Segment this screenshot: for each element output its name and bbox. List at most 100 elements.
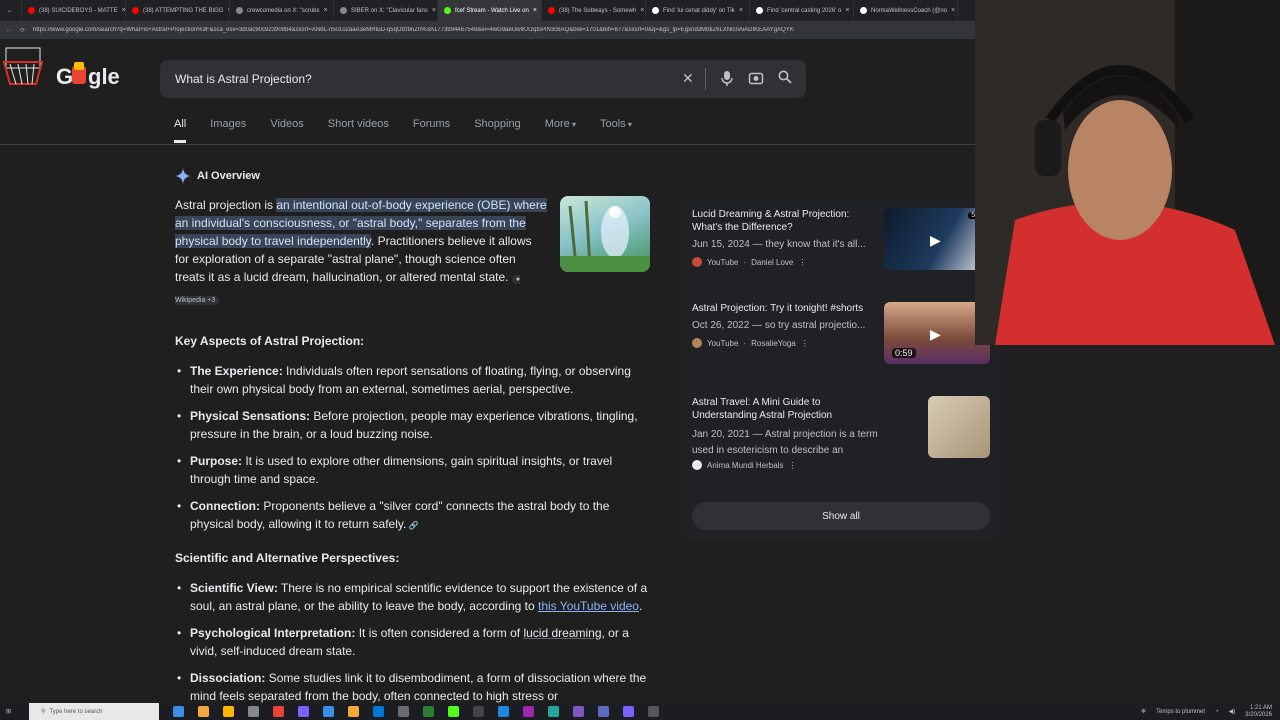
channel-avatar [692,257,702,267]
ai-overview-content: Astral projection is an intentional out-… [175,196,655,714]
tab-label: Find 'lui cenat diddy' on Tik [663,7,735,14]
more-options-icon[interactable]: ⋮ [788,461,796,470]
app-icon[interactable] [523,706,535,717]
tab-all[interactable]: All [174,118,187,143]
app-icon[interactable] [398,706,410,717]
tab-short-videos[interactable]: Short videos [328,118,389,143]
result-thumbnail[interactable] [928,396,990,458]
list-text: It is often considered a form of [355,626,524,640]
show-all-button[interactable]: Show all [692,502,990,530]
search-box[interactable]: What is Astral Projection? ✕ [160,60,806,98]
tab-images[interactable]: Images [210,118,246,143]
browser-tab[interactable]: Find 'lui cenat diddy' on Tik × [646,0,750,21]
more-options-icon[interactable]: ⋮ [801,339,809,348]
file-explorer-icon[interactable] [198,706,210,717]
discord-icon[interactable] [298,706,310,717]
weather-text[interactable]: Temps to plummet [1156,709,1205,715]
tab-forums[interactable]: Forums [413,118,450,143]
search-icon: ⚲ [41,709,46,715]
link-icon[interactable]: 🔗 [406,521,419,530]
video-title[interactable]: Lucid Dreaming & Astral Projection: What… [692,208,878,234]
list-text: It is used to explore other dimensions, … [190,454,613,486]
taskbar-search-box[interactable]: ⚲ Type here to search [29,703,160,720]
svg-text:G: G [56,64,73,89]
chrome-icon[interactable] [273,706,285,717]
app-icon[interactable] [548,706,560,717]
tab-shopping[interactable]: Shopping [474,118,521,143]
list-item: Connection: Proponents believe a "silver… [177,497,655,535]
clear-icon[interactable]: ✕ [682,70,694,87]
close-icon[interactable]: × [640,7,644,14]
tab-label: (38) SUICIDEBOYS - MATTE [39,7,118,14]
video-meta: Oct 26, 2022 — so try astral projectio..… [692,320,866,331]
browser-tab[interactable]: NormaWellnessCoach (@no × [854,0,958,21]
streamer-webcam-image [975,0,1280,345]
video-card[interactable]: Astral Projection: Try it tonight! #shor… [692,302,992,364]
play-icon: ▶ [930,326,941,342]
obs-icon[interactable] [473,706,485,717]
video-card[interactable]: Lucid Dreaming & Astral Projection: What… [692,208,992,270]
steam-icon[interactable] [648,706,660,717]
url-field[interactable]: https://www.google.com/search?q=What+is+… [33,27,794,33]
close-icon[interactable]: × [533,7,537,14]
app-icon[interactable] [248,706,260,717]
app-icon[interactable] [373,706,385,717]
header-divider [0,144,980,145]
browser-tab-bar: ⌄ (38) SUICIDEBOYS - MATTE × (38) ATTEMPTI… [0,0,980,21]
result-title[interactable]: Astral Travel: A Mini Guide to Understan… [692,396,878,422]
tab-label: (38) ATTEMPTING THE BIGG [143,7,224,14]
app-icon[interactable] [498,706,510,717]
more-options-icon[interactable]: ⋮ [798,258,806,267]
tab-label: SIBER on X: "Clavicular fans [351,7,428,14]
source-name: Anima Mundi Herbals [707,460,784,470]
tab-list-menu[interactable]: ⌄ [0,0,22,21]
google-doodle-logo[interactable]: G gle [2,44,130,92]
lens-camera-icon[interactable] [748,70,764,89]
browser-tab[interactable]: (38) SUICIDEBOYS - MATTE × [22,0,126,21]
browser-tab[interactable]: crewcomedia on X: "scrubs × [230,0,334,21]
windows-taskbar: ⊞ ⚲ Type here to search ❄ Temps to plumme… [0,703,1280,720]
app-icon[interactable] [448,706,460,717]
windows-start-icon[interactable]: ⊞ [6,708,11,715]
list-term: The Experience: [190,364,283,378]
tab-more[interactable]: More ▾ [545,118,576,143]
video-results-panel: Lucid Dreaming & Astral Projection: What… [681,198,1001,541]
list-term: Connection: [190,499,260,513]
result-meta: Jan 20, 2021 — Astral projection is a te… [692,429,878,453]
tab-favicon [652,7,659,14]
browser-tab[interactable]: SIBER on X: "Clavicular fans × [334,0,438,21]
app-icon[interactable] [323,706,335,717]
app-icon[interactable] [573,706,585,717]
clock[interactable]: 1:21 AM 3/20/2026 [1245,705,1272,719]
youtube-video-link[interactable]: this YouTube video [538,599,639,613]
video-title[interactable]: Astral Projection: Try it tonight! #shor… [692,302,878,315]
close-icon[interactable]: × [324,7,328,14]
close-icon[interactable]: × [845,7,849,14]
browser-tab[interactable]: (38) ATTEMPTING THE BIGG× [126,0,230,21]
app-icon[interactable] [598,706,610,717]
tab-videos[interactable]: Videos [270,118,303,143]
back-icon[interactable]: ← [6,27,12,33]
sparkle-icon [175,168,191,184]
search-input[interactable]: What is Astral Projection? [175,72,312,86]
reload-icon[interactable]: ⟳ [20,27,25,34]
close-icon[interactable]: × [432,7,436,14]
search-icon[interactable] [778,70,792,87]
task-view-icon[interactable] [173,706,185,717]
web-result-card[interactable]: Astral Travel: A Mini Guide to Understan… [692,396,992,470]
browser-tab[interactable]: fcef Stream - Watch Live on × [438,0,542,21]
microphone-icon[interactable] [721,70,733,89]
volume-icon[interactable]: ◀) [1229,708,1236,715]
network-icon[interactable]: ◔ [1215,709,1219,715]
app-icon[interactable] [623,706,635,717]
app-icon[interactable] [423,706,435,717]
close-icon[interactable]: × [951,7,955,14]
browser-tab[interactable]: Find 'central casting 2026' o × [750,0,854,21]
lucid-dreaming-link[interactable]: lucid dreaming [523,626,601,640]
tab-tools[interactable]: Tools ▾ [600,118,632,143]
browser-tab[interactable]: (38) The Subways - Somewh × [542,0,646,21]
app-icon[interactable] [223,706,235,717]
close-icon[interactable]: × [739,7,743,14]
section-heading-key-aspects: Key Aspects of Astral Projection: [175,334,365,348]
folder-icon[interactable] [348,706,360,717]
